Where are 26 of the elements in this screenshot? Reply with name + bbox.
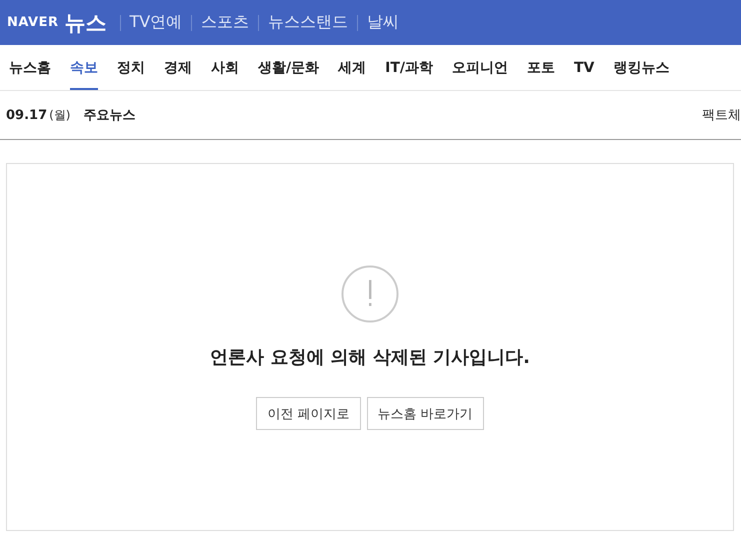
ticker-weekday: (월) xyxy=(49,106,70,124)
header-link[interactable]: TV연예 xyxy=(130,12,182,33)
nav-tab[interactable]: TV xyxy=(574,45,594,90)
header-link[interactable]: 뉴스스탠드 xyxy=(268,12,348,33)
nav-tab[interactable]: 속보 xyxy=(70,45,98,90)
nav-tab[interactable]: 정치 xyxy=(117,45,145,90)
nav-tab[interactable]: 랭킹뉴스 xyxy=(613,45,670,90)
nav-tab[interactable]: 포토 xyxy=(527,45,555,90)
nav-tab[interactable]: 경제 xyxy=(164,45,192,90)
ticker-link[interactable]: 팩트체 xyxy=(702,106,741,124)
nav-tab[interactable]: 뉴스홈 xyxy=(9,45,51,90)
naver-logo[interactable]: NAVER xyxy=(7,15,59,30)
nav-tab[interactable]: 생활/문화 xyxy=(258,45,320,90)
news-title[interactable]: 뉴스 xyxy=(64,8,107,36)
header-link[interactable]: 스포츠 xyxy=(201,12,250,33)
nav-tab[interactable]: 사회 xyxy=(211,45,239,90)
exclamation-icon xyxy=(341,265,399,323)
nav-tab[interactable]: IT/과학 xyxy=(385,45,433,90)
header-link[interactable]: 날씨 xyxy=(367,12,400,33)
error-message: 언론사 요청에 의해 삭제된 기사입니다. xyxy=(210,346,530,369)
nav-tab[interactable]: 세계 xyxy=(338,45,366,90)
nav-button[interactable]: 뉴스홈 바로가기 xyxy=(366,397,484,430)
nav-tab[interactable]: 오피니언 xyxy=(452,45,508,90)
nav-button[interactable]: 이전 페이지로 xyxy=(256,397,360,430)
ticker-label[interactable]: 주요뉴스 xyxy=(84,106,136,124)
ticker-date: 09.17 xyxy=(6,108,48,122)
